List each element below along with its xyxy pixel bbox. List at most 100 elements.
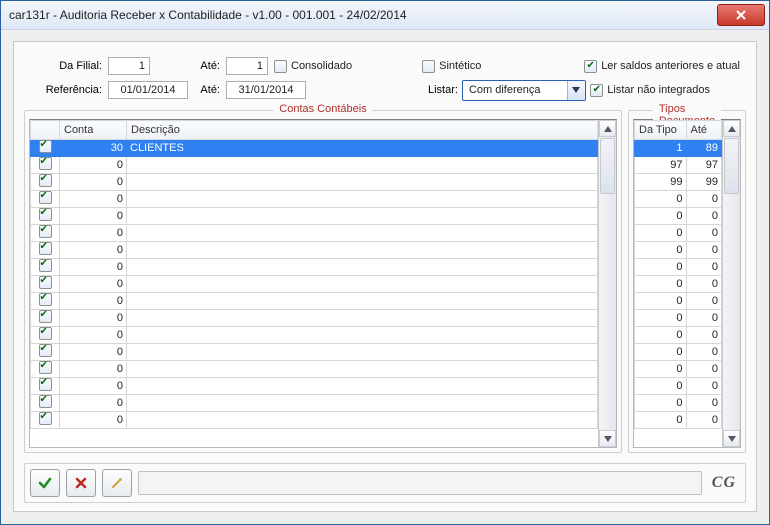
cell-ate-tipo[interactable]: 97 — [686, 157, 721, 174]
cell-conta[interactable]: 0 — [60, 327, 127, 344]
row-checkbox[interactable] — [31, 327, 60, 344]
cell-da-tipo[interactable]: 1 — [635, 140, 687, 157]
ler-saldos-checkbox[interactable]: Ler saldos anteriores e atual — [584, 60, 740, 73]
scroll-up-icon[interactable] — [723, 120, 740, 137]
cell-ate-tipo[interactable]: 0 — [686, 225, 721, 242]
cell-conta[interactable]: 0 — [60, 293, 127, 310]
referencia-input[interactable]: 01/01/2014 — [108, 81, 188, 99]
col-da-tipo[interactable]: Da Tipo — [635, 121, 687, 140]
row-checkbox[interactable] — [31, 361, 60, 378]
table-row[interactable]: 0 — [31, 395, 598, 412]
cell-conta[interactable]: 0 — [60, 191, 127, 208]
cell-descricao[interactable] — [127, 361, 598, 378]
da-filial-input[interactable]: 1 — [108, 57, 150, 75]
cancel-button[interactable] — [66, 469, 96, 497]
cell-descricao[interactable] — [127, 310, 598, 327]
row-checkbox[interactable] — [31, 293, 60, 310]
cell-conta[interactable]: 0 — [60, 259, 127, 276]
cell-da-tipo[interactable]: 0 — [635, 327, 687, 344]
row-checkbox[interactable] — [31, 208, 60, 225]
cell-da-tipo[interactable]: 0 — [635, 276, 687, 293]
scroll-down-icon[interactable] — [723, 430, 740, 447]
row-checkbox[interactable] — [31, 157, 60, 174]
cell-ate-tipo[interactable]: 89 — [686, 140, 721, 157]
cell-descricao[interactable] — [127, 225, 598, 242]
sintetico-checkbox[interactable]: Sintético — [422, 60, 481, 73]
cell-descricao[interactable] — [127, 242, 598, 259]
cell-conta[interactable]: 0 — [60, 174, 127, 191]
scroll-down-icon[interactable] — [599, 430, 616, 447]
cell-conta[interactable]: 0 — [60, 361, 127, 378]
table-row[interactable]: 0 — [31, 344, 598, 361]
table-row[interactable]: 9797 — [635, 157, 722, 174]
row-checkbox[interactable] — [31, 310, 60, 327]
table-row[interactable]: 0 — [31, 242, 598, 259]
row-checkbox[interactable] — [31, 191, 60, 208]
cell-conta[interactable]: 0 — [60, 157, 127, 174]
table-row[interactable]: 00 — [635, 361, 722, 378]
table-row[interactable]: 00 — [635, 225, 722, 242]
table-row[interactable]: 0 — [31, 412, 598, 429]
scroll-thumb[interactable] — [600, 138, 615, 194]
cell-descricao[interactable] — [127, 327, 598, 344]
cell-da-tipo[interactable]: 0 — [635, 344, 687, 361]
cell-ate-tipo[interactable]: 0 — [686, 412, 721, 429]
cell-descricao[interactable] — [127, 344, 598, 361]
ate-referencia-input[interactable]: 31/01/2014 — [226, 81, 306, 99]
cell-da-tipo[interactable]: 99 — [635, 174, 687, 191]
cell-descricao[interactable] — [127, 259, 598, 276]
cell-descricao[interactable]: CLIENTES — [127, 140, 598, 157]
table-row[interactable]: 00 — [635, 242, 722, 259]
cell-da-tipo[interactable]: 0 — [635, 208, 687, 225]
row-checkbox[interactable] — [31, 140, 60, 157]
cell-da-tipo[interactable]: 0 — [635, 395, 687, 412]
table-row[interactable]: 0 — [31, 310, 598, 327]
tipos-scrollbar[interactable] — [722, 120, 740, 447]
cell-descricao[interactable] — [127, 174, 598, 191]
cell-ate-tipo[interactable]: 0 — [686, 242, 721, 259]
cell-descricao[interactable] — [127, 412, 598, 429]
cell-ate-tipo[interactable]: 0 — [686, 327, 721, 344]
cell-conta[interactable]: 0 — [60, 378, 127, 395]
cell-ate-tipo[interactable]: 0 — [686, 361, 721, 378]
contas-grid[interactable]: Conta Descrição 30CLIENTES00000000000000… — [30, 120, 598, 447]
table-row[interactable]: 00 — [635, 208, 722, 225]
cell-da-tipo[interactable]: 0 — [635, 225, 687, 242]
table-row[interactable]: 00 — [635, 412, 722, 429]
table-row[interactable]: 0 — [31, 225, 598, 242]
cell-conta[interactable]: 0 — [60, 276, 127, 293]
cell-descricao[interactable] — [127, 395, 598, 412]
cell-da-tipo[interactable]: 0 — [635, 378, 687, 395]
cell-da-tipo[interactable]: 0 — [635, 412, 687, 429]
listar-combobox[interactable]: Com diferença — [462, 80, 586, 101]
table-row[interactable]: 00 — [635, 191, 722, 208]
cell-conta[interactable]: 0 — [60, 208, 127, 225]
consolidado-checkbox[interactable]: Consolidado — [274, 60, 352, 73]
cell-conta[interactable]: 30 — [60, 140, 127, 157]
table-row[interactable]: 0 — [31, 293, 598, 310]
nao-integrados-checkbox[interactable]: Listar não integrados — [590, 84, 710, 97]
row-checkbox[interactable] — [31, 259, 60, 276]
table-row[interactable]: 0 — [31, 378, 598, 395]
table-row[interactable]: 00 — [635, 293, 722, 310]
cell-ate-tipo[interactable]: 0 — [686, 293, 721, 310]
col-check[interactable] — [31, 121, 60, 140]
cell-ate-tipo[interactable]: 0 — [686, 208, 721, 225]
cell-ate-tipo[interactable]: 0 — [686, 259, 721, 276]
cell-ate-tipo[interactable]: 0 — [686, 344, 721, 361]
row-checkbox[interactable] — [31, 242, 60, 259]
cell-da-tipo[interactable]: 0 — [635, 293, 687, 310]
table-row[interactable]: 0 — [31, 174, 598, 191]
cell-conta[interactable]: 0 — [60, 225, 127, 242]
cell-ate-tipo[interactable]: 0 — [686, 276, 721, 293]
col-ate-tipo[interactable]: Até — [686, 121, 721, 140]
table-row[interactable]: 00 — [635, 395, 722, 412]
cell-descricao[interactable] — [127, 293, 598, 310]
cell-ate-tipo[interactable]: 0 — [686, 310, 721, 327]
wand-button[interactable] — [102, 469, 132, 497]
cell-da-tipo[interactable]: 97 — [635, 157, 687, 174]
row-checkbox[interactable] — [31, 225, 60, 242]
table-row[interactable]: 9999 — [635, 174, 722, 191]
cell-ate-tipo[interactable]: 0 — [686, 191, 721, 208]
table-row[interactable]: 0 — [31, 259, 598, 276]
